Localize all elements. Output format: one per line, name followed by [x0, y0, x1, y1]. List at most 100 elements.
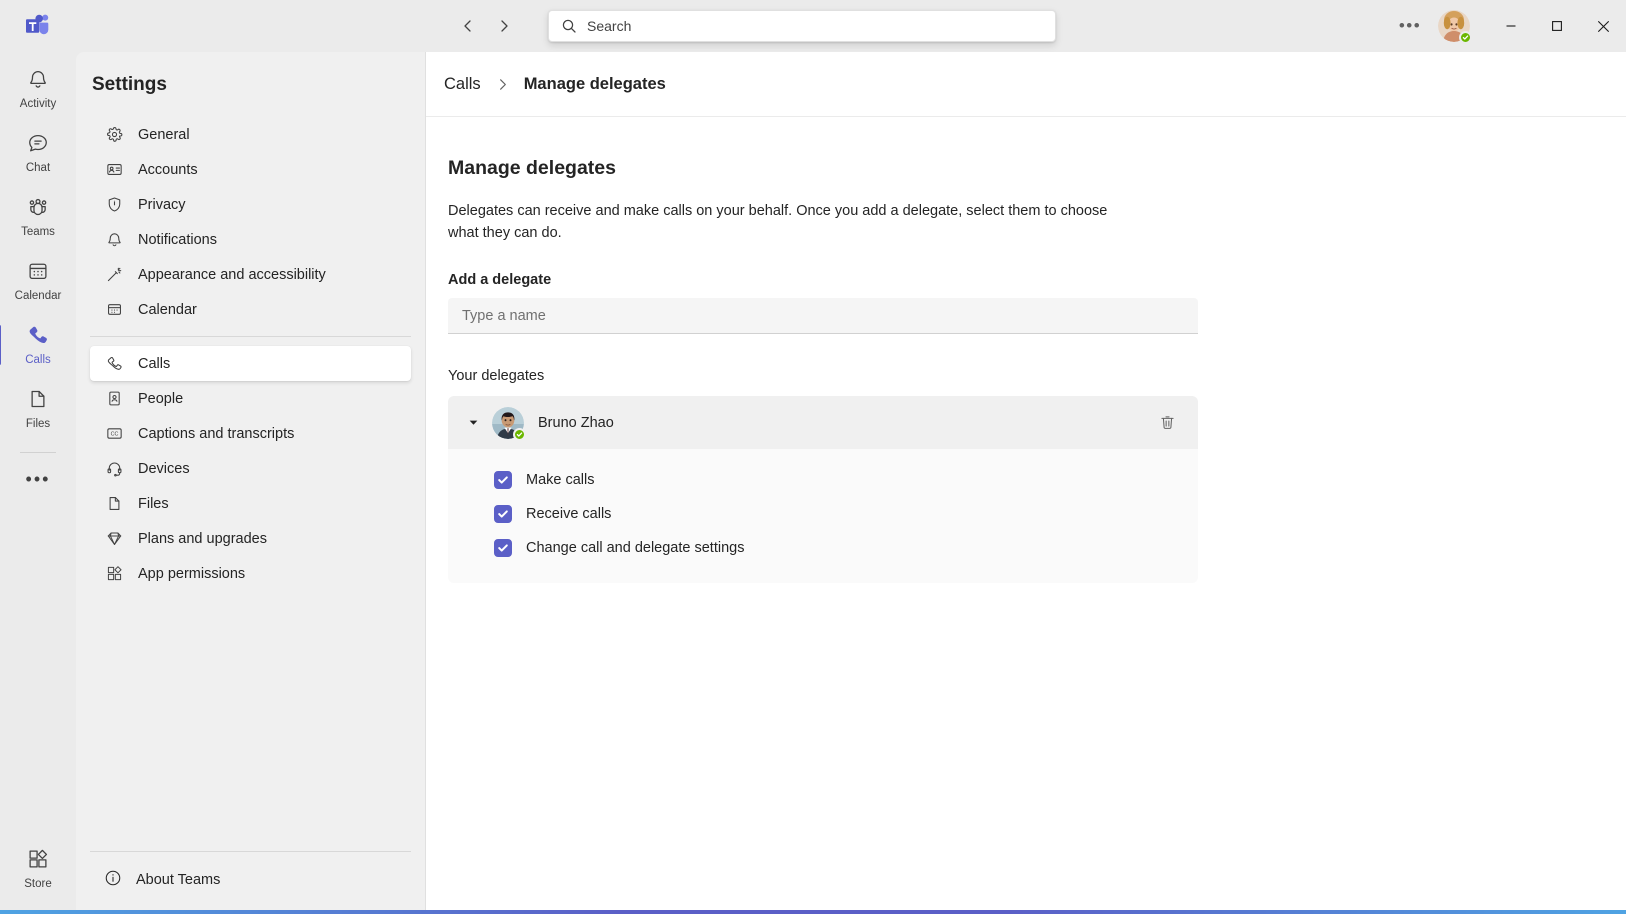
about-teams-label: About Teams [136, 872, 221, 888]
settings-item-plans-and-upgrades[interactable]: Plans and upgrades [90, 521, 411, 556]
rail-item-chat[interactable]: Chat [4, 122, 72, 184]
back-button[interactable] [452, 10, 484, 42]
settings-nav-list: General Accounts Privacy Notifications A… [76, 117, 425, 591]
add-delegate-label: Add a delegate [448, 272, 552, 288]
settings-item-notifications[interactable]: Notifications [90, 222, 411, 257]
apps-icon [104, 564, 124, 584]
maximize-button[interactable] [1534, 0, 1580, 52]
settings-item-calendar[interactable]: Calendar [90, 292, 411, 327]
search-bar[interactable]: Search [548, 10, 1056, 42]
rail-more-apps-button[interactable]: ••• [4, 459, 72, 499]
microsoft-teams-logo [26, 14, 49, 35]
app-rail: Activity Chat Teams Calendar Calls Files… [0, 52, 76, 914]
checkbox-change-call-and-delegate-settings[interactable] [494, 539, 512, 557]
rail-item-activity[interactable]: Activity [4, 58, 72, 120]
permission-row-receive-calls[interactable]: Receive calls [448, 497, 1198, 531]
contact-card-icon [104, 389, 124, 409]
gear-icon [104, 125, 124, 145]
title-bar: Search ••• [0, 0, 1626, 52]
closed-caption-icon: CC [104, 424, 124, 444]
rail-item-files[interactable]: Files [4, 378, 72, 440]
rail-label-store: Store [24, 877, 52, 890]
settings-item-label: Files [138, 495, 169, 512]
settings-item-captions-and-transcripts[interactable]: CC Captions and transcripts [90, 416, 411, 451]
file-icon [104, 494, 124, 514]
settings-item-label: People [138, 390, 184, 407]
chat-icon [27, 132, 49, 159]
nav-arrows [452, 10, 520, 42]
settings-item-people[interactable]: People [90, 381, 411, 416]
svg-text:CC: CC [110, 431, 118, 437]
page-description: Delegates can receive and make calls on … [448, 203, 1108, 241]
delegate-permissions-list: Make calls Receive calls Change call and… [448, 449, 1198, 583]
settings-and-more-button[interactable]: ••• [1394, 10, 1426, 42]
permission-label: Receive calls [526, 506, 612, 522]
checkbox-make-calls[interactable] [494, 471, 512, 489]
chevron-down-icon[interactable] [466, 416, 480, 430]
forward-button[interactable] [488, 10, 520, 42]
settings-item-general[interactable]: General [90, 117, 411, 152]
permission-row-make-calls[interactable]: Make calls [448, 463, 1198, 497]
rail-label-files: Files [25, 417, 51, 430]
breadcrumb-current-manage-delegates: Manage delegates [523, 74, 666, 93]
search-icon [561, 18, 577, 34]
avatar[interactable] [1438, 10, 1472, 44]
settings-item-label: Calendar [138, 301, 197, 318]
rail-item-store[interactable]: Store [4, 838, 72, 900]
delegate-name: Bruno Zhao [538, 414, 614, 431]
settings-item-label: Privacy [138, 196, 186, 213]
settings-item-appearance-and-accessibility[interactable]: Appearance and accessibility [90, 257, 411, 292]
rail-item-calls[interactable]: Calls [0, 314, 72, 376]
delete-delegate-button[interactable] [1152, 408, 1182, 438]
rail-item-teams[interactable]: Teams [4, 186, 72, 248]
settings-pane: Settings General Accounts Privacy Notifi… [76, 52, 426, 914]
manage-delegates-panel: Manage delegates Delegates can receive a… [426, 117, 1626, 583]
delegate-presence-available-badge [513, 427, 526, 441]
id-card-icon [104, 160, 124, 180]
settings-item-label: Notifications [138, 231, 217, 248]
settings-item-app-permissions[interactable]: App permissions [90, 556, 411, 591]
about-teams-button[interactable]: About Teams [90, 862, 411, 898]
main-content: Calls Manage delegates Manage delegates … [426, 52, 1626, 914]
permission-row-change-call-and-delegate-settings[interactable]: Change call and delegate settings [448, 531, 1198, 565]
settings-item-files[interactable]: Files [90, 486, 411, 521]
presence-available-badge [1459, 31, 1472, 44]
app-body: Activity Chat Teams Calendar Calls Files… [0, 52, 1626, 914]
settings-item-privacy[interactable]: Privacy [90, 187, 411, 222]
rail-label-teams: Teams [21, 225, 55, 238]
add-delegate-input[interactable] [448, 298, 1198, 334]
settings-footer: About Teams [76, 851, 425, 914]
chevron-right-icon [495, 77, 510, 92]
shield-icon [104, 195, 124, 215]
settings-item-label: Accounts [138, 161, 198, 178]
minimize-button[interactable] [1488, 0, 1534, 52]
close-button[interactable] [1580, 0, 1626, 52]
titlebar-right-group: ••• [1394, 0, 1626, 52]
diamond-icon [104, 529, 124, 549]
phone-icon [104, 354, 124, 374]
breadcrumb-parent-calls[interactable]: Calls [444, 75, 481, 94]
phone-icon [27, 324, 49, 351]
settings-item-calls[interactable]: Calls [90, 346, 411, 381]
settings-item-accounts[interactable]: Accounts [90, 152, 411, 187]
settings-item-label: Calls [138, 355, 171, 372]
search-placeholder-text: Search [587, 18, 632, 34]
info-icon [104, 869, 122, 891]
rail-divider [20, 452, 56, 453]
rail-item-calendar[interactable]: Calendar [4, 250, 72, 312]
permission-label: Change call and delegate settings [526, 540, 745, 556]
delegate-avatar [492, 406, 526, 441]
checkbox-receive-calls[interactable] [494, 505, 512, 523]
teams-icon [27, 196, 49, 223]
magic-wand-icon [104, 265, 124, 285]
headset-icon [104, 459, 124, 479]
your-delegates-label: Your delegates [448, 368, 545, 384]
settings-item-label: Plans and upgrades [138, 530, 267, 547]
settings-title: Settings [92, 73, 167, 95]
delegate-row[interactable]: Bruno Zhao [448, 396, 1198, 449]
store-icon [27, 848, 49, 875]
settings-item-devices[interactable]: Devices [90, 451, 411, 486]
settings-header: Settings [76, 52, 425, 117]
teams-window: Search ••• Activity Chat Teams Calendar … [0, 0, 1626, 914]
settings-item-label: App permissions [138, 565, 246, 582]
